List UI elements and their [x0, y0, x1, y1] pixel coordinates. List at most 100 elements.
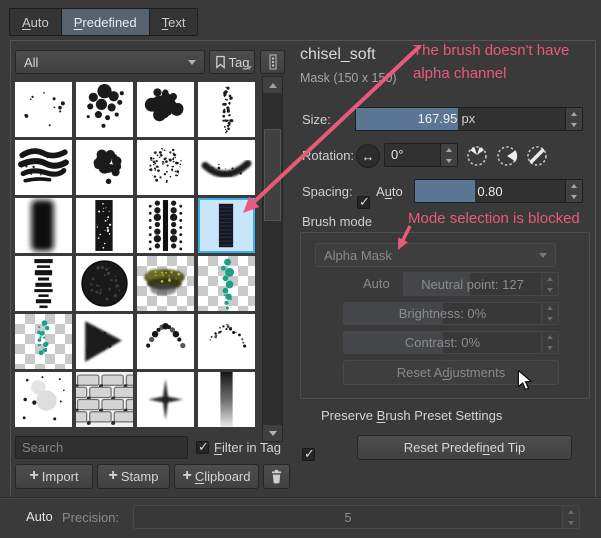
rotation-spin-buttons[interactable]	[440, 144, 457, 166]
rotation-label: Rotation:	[302, 148, 355, 163]
brightness-value: Brightness: 0%	[398, 306, 487, 321]
neutral-point-spinbox[interactable]: Neutral point: 127	[403, 272, 559, 296]
brush-tile-sparkle[interactable]	[137, 372, 194, 427]
spacing-auto-checkbox[interactable]	[357, 194, 370, 210]
contrast-slider[interactable]: Contrast: 0%	[343, 331, 559, 354]
scroll-up-button[interactable]	[263, 77, 282, 93]
preserve-settings-checkbox[interactable]	[302, 446, 315, 462]
tab-auto[interactable]: Auto	[10, 9, 62, 35]
brush-tile-pale-circles[interactable]	[15, 372, 72, 427]
reset-predefined-tip-button[interactable]: Reset Predefined Tip	[357, 435, 572, 460]
rotation-mode-diagonal-icon[interactable]	[526, 145, 548, 167]
brush-tile-crescent[interactable]	[198, 140, 255, 195]
plus-icon: +	[29, 466, 39, 484]
size-spin-buttons[interactable]	[565, 108, 582, 130]
scroll-down-button[interactable]	[263, 425, 282, 441]
brush-mask-size: Mask (150 x 150)	[300, 71, 397, 85]
brush-tile-teal-splat[interactable]	[198, 256, 255, 311]
brush-tile-sparse-dots[interactable]	[15, 82, 72, 137]
brush-tile-large-dots[interactable]	[76, 82, 133, 137]
stamp-button[interactable]: + Stamp	[97, 464, 170, 489]
annotation-no-alpha: The brush doesn't have alpha channel	[413, 42, 570, 82]
precision-spin-buttons[interactable]	[562, 506, 579, 528]
divider	[0, 497, 601, 499]
size-slider[interactable]: 167.95 px	[355, 107, 583, 131]
brush-grid-scrollbar[interactable]	[262, 76, 283, 442]
brush-tile-splatter[interactable]	[137, 82, 194, 137]
chevron-down-icon	[539, 252, 547, 258]
delete-brush-button[interactable]	[263, 464, 290, 489]
trash-icon	[271, 469, 282, 484]
plus-icon: +	[108, 466, 118, 484]
neutral-spin-buttons[interactable]	[541, 273, 558, 295]
rotation-value: 0°	[391, 147, 404, 162]
search-input[interactable]	[15, 436, 188, 459]
horizontal-arrows-icon: ↔	[361, 148, 375, 164]
spacing-value: 0.80	[477, 183, 503, 199]
neutral-point-value: Neutral point: 127	[421, 276, 524, 292]
brush-preset-grid	[15, 82, 255, 427]
size-label: Size:	[302, 112, 331, 127]
tag-filter-dropdown[interactable]: All	[15, 50, 205, 74]
contrast-spin-buttons[interactable]	[541, 332, 558, 353]
precision-value: 5	[344, 509, 352, 525]
brush-tile-speckle-patch[interactable]	[137, 140, 194, 195]
brush-tile-scribble[interactable]	[15, 140, 72, 195]
brush-tile-chalk-bar[interactable]	[76, 198, 133, 253]
brush-type-tabs: Auto Predefined Text	[9, 8, 199, 36]
brightness-spin-buttons[interactable]	[541, 303, 558, 324]
brush-tile-soft-bar[interactable]	[15, 198, 72, 253]
brush-mode-label: Brush mode	[302, 214, 373, 229]
mode-auto-label: Auto	[363, 276, 390, 291]
size-value: 167.95	[417, 111, 458, 126]
brush-tile-teal-drips[interactable]	[15, 314, 72, 369]
contrast-value: Contrast: 0%	[404, 335, 481, 350]
rotation-dial[interactable]: ↔	[356, 144, 380, 168]
brush-name: chisel_soft	[300, 46, 376, 63]
brush-tile-speckle-stream[interactable]	[198, 82, 255, 137]
import-button[interactable]: + Import	[15, 464, 93, 489]
rotation-mode-fan-icon[interactable]	[466, 145, 488, 167]
brush-tile-gradient-bar[interactable]	[198, 372, 255, 427]
brightness-slider[interactable]: Brightness: 0%	[343, 302, 559, 325]
rotation-mode-wedge-icon[interactable]	[496, 145, 518, 167]
precision-slider[interactable]: 5	[133, 505, 580, 529]
display-settings-button[interactable]	[260, 50, 285, 74]
clipboard-button[interactable]: + Clipboard	[174, 464, 259, 489]
spacing-spin-buttons[interactable]	[565, 180, 582, 202]
preserve-settings-label: Preserve Brush Preset Settings	[321, 408, 503, 423]
brush-tile-chisel[interactable]	[198, 198, 255, 253]
tag-filter-value: All	[24, 54, 39, 70]
brush-tile-charcoal-disc[interactable]	[76, 256, 133, 311]
bookmark-icon	[215, 55, 225, 69]
size-unit: px	[461, 111, 476, 126]
brush-tile-splotch[interactable]	[76, 140, 133, 195]
brush-tile-dot-arc[interactable]	[137, 314, 194, 369]
brush-tile-striped-bar[interactable]	[15, 256, 72, 311]
filter-in-tag-checkbox[interactable]	[196, 439, 209, 455]
brush-tile-spine-blot[interactable]	[137, 198, 194, 253]
tab-predefined[interactable]: Predefined	[61, 9, 150, 35]
auto-precision-label: Auto	[26, 509, 53, 524]
precision-label: Precision:	[62, 510, 120, 525]
spacing-slider[interactable]: 0.80	[414, 179, 583, 203]
filter-in-tag-label: Filter in Tag	[214, 440, 281, 455]
annotation-mode-blocked: Mode selection is blocked	[408, 210, 580, 227]
brush-mode-dropdown[interactable]: Alpha Mask	[315, 243, 556, 267]
spacing-auto-label: Auto	[376, 184, 403, 199]
brush-settings-panel: Auto Predefined Text All Tag Filter in T…	[0, 0, 601, 538]
tag-button[interactable]: Tag	[209, 50, 255, 74]
brush-tile-olive-smear[interactable]	[137, 256, 194, 311]
scrollbar-thumb[interactable]	[264, 129, 281, 221]
triangle-down-icon	[268, 430, 277, 436]
brush-tile-speckle-arc[interactable]	[198, 314, 255, 369]
brush-tile-dark-wedge[interactable]	[76, 314, 133, 369]
brush-tile-bricks[interactable]	[76, 372, 133, 427]
chevron-down-icon	[188, 59, 196, 65]
rotation-spinbox[interactable]: 0°	[384, 143, 458, 167]
tab-text[interactable]: Text	[149, 9, 198, 35]
reset-adjustments-button[interactable]: Reset Adjustments	[343, 360, 559, 385]
spacing-label: Spacing:	[302, 184, 353, 199]
brush-mode-value: Alpha Mask	[324, 247, 392, 263]
triangle-up-icon	[268, 82, 277, 88]
